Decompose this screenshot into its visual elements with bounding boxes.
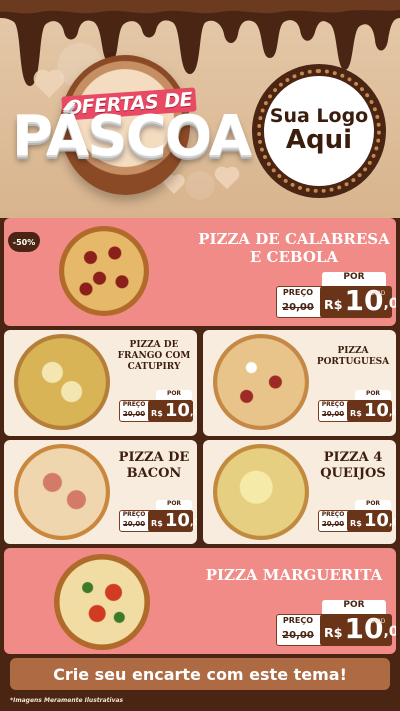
new-price: R$10,00 (148, 400, 197, 422)
product-card-marguerita: PIZZA MARGUERITA POR PREÇO 20,00 R$10,00… (4, 548, 396, 654)
logo-placeholder: Sua Logo Aqui (252, 64, 386, 198)
footnote: *Imagens Meramente Ilustrativas (10, 697, 124, 704)
product-name: PIZZA DE CALABRESA E CEBOLA (198, 230, 390, 266)
price-por-label: POR (156, 500, 192, 510)
new-price: R$10,00 (148, 510, 197, 532)
product-card-bacon: PIZZA DE BACON POR PREÇO 20,00 R$10,00 (4, 440, 197, 544)
price-preco-label: PREÇO (282, 288, 314, 297)
product-name: PIZZA DE BACON (118, 450, 190, 481)
title-pascoa: PÁSCOA (12, 104, 252, 169)
old-price: 20,00 (282, 630, 314, 641)
price-preco-label: PREÇO (122, 401, 146, 408)
unit-label: UNID (370, 290, 386, 297)
logo-text-line2: Aqui (285, 125, 353, 156)
product-card-portuguesa: PIZZA PORTUGUESA POR PREÇO 20,00 R$10,00 (203, 330, 396, 436)
price-por-label: POR (355, 390, 391, 400)
new-price: R$10,00 (347, 400, 396, 422)
hero-banner: OFERTAS DE PÁSCOA Sua Logo Aqui (0, 0, 400, 218)
new-price: R$10,00 (347, 510, 396, 532)
product-name: PIZZA PORTUGUESA (316, 346, 390, 367)
product-name: PIZZA MARGUERITA (205, 566, 383, 584)
cta-banner[interactable]: Crie seu encarte com este tema! (10, 658, 390, 690)
price-preco-label: PREÇO (282, 616, 314, 625)
old-price: 20,00 (321, 520, 345, 528)
price-preco-label: PREÇO (122, 511, 146, 518)
price-preco-label: PREÇO (321, 401, 345, 408)
product-card-calabresa: PIZZA DE CALABRESA E CEBOLA POR PREÇO 20… (4, 218, 396, 326)
product-name: PIZZA DE FRANGO COM CATUPIRY (117, 340, 191, 372)
product-name: PIZZA 4 QUEIJOS (320, 450, 386, 481)
heart-decoration (165, 176, 183, 194)
logo-text-line1: Sua Logo (269, 105, 369, 128)
old-price: 20,00 (282, 302, 314, 313)
pizza-image (14, 334, 110, 430)
unit-label: UNID (370, 618, 386, 625)
old-price: 20,00 (321, 410, 345, 418)
pizza-image (59, 226, 149, 316)
product-card-4-queijos: PIZZA 4 QUEIJOS POR PREÇO 20,00 R$10,00 (203, 440, 396, 544)
old-price: 20,00 (122, 410, 146, 418)
price-preco-label: PREÇO (321, 511, 345, 518)
pizza-image (213, 444, 309, 540)
pizza-image (14, 444, 110, 540)
pizza-image (213, 334, 309, 430)
product-card-frango: PIZZA DE FRANGO COM CATUPIRY POR PREÇO 2… (4, 330, 197, 436)
old-price: 20,00 (122, 520, 146, 528)
price-por-label: POR (156, 390, 192, 400)
discount-badge: -50% (8, 232, 40, 252)
price-por-label: POR (355, 500, 391, 510)
heart-decoration (216, 168, 238, 190)
pizza-image (54, 554, 150, 650)
